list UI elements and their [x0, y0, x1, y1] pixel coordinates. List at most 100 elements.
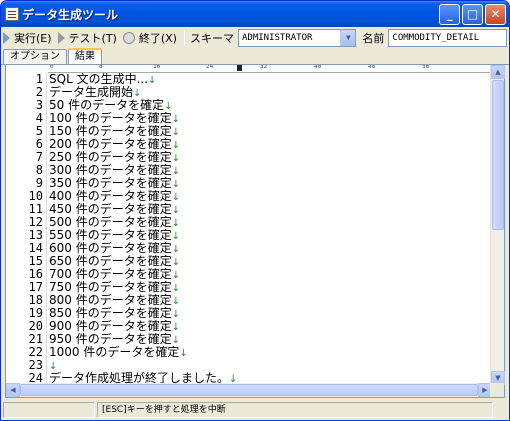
- line-break-icon: ↓: [171, 244, 181, 255]
- minimize-button[interactable]: _: [439, 3, 460, 25]
- result-line: 600 件のデータを確定↓: [49, 242, 489, 255]
- result-line-text: 650 件のデータを確定: [49, 255, 172, 268]
- vertical-scroll-thumb[interactable]: [492, 80, 504, 230]
- vertical-scrollbar[interactable]: ▲ ▼: [490, 65, 505, 385]
- line-break-icon: ↓: [164, 101, 173, 112]
- ruler-mark: 16: [153, 65, 161, 70]
- horizontal-scroll-thumb[interactable]: [20, 384, 478, 396]
- window-title: データ生成ツール: [22, 7, 119, 22]
- test-button[interactable]: テスト(T): [57, 28, 117, 47]
- test-label: テスト(T): [68, 31, 117, 45]
- line-break-icon: ↓: [171, 231, 181, 242]
- result-line: 750 件のデータを確定↓: [49, 281, 489, 294]
- result-line-text: 50 件のデータを確定: [49, 99, 165, 112]
- scroll-up-icon[interactable]: ▲: [491, 65, 505, 79]
- result-line: 850 件のデータを確定↓: [49, 307, 489, 320]
- schema-select[interactable]: ADMINISTRATOR ▼: [237, 28, 357, 47]
- maximize-button[interactable]: □: [462, 3, 483, 25]
- result-line: 650 件のデータを確定↓: [49, 255, 489, 268]
- app-window: データ生成ツール _ □ ✕ 実行(E) テスト(T) 終了(X) スキーマ A…: [0, 0, 510, 421]
- result-line-text: 850 件のデータを確定: [49, 307, 172, 320]
- result-line-text: 700 件のデータを確定: [49, 268, 172, 281]
- play-icon: [3, 31, 10, 44]
- result-line-text: 1000 件のデータを確定: [49, 346, 180, 359]
- line-break-icon: ↓: [171, 114, 181, 125]
- run-label: 実行(E): [14, 31, 52, 45]
- result-line: 300 件のデータを確定↓: [49, 164, 489, 177]
- result-line: 550 件のデータを確定↓: [49, 229, 489, 242]
- line-break-icon: ↓: [171, 257, 181, 268]
- line-break-icon: ↓: [49, 361, 58, 372]
- result-line: SQL 文の生成中...↓: [49, 73, 489, 86]
- toolbar-separator: [183, 29, 185, 46]
- ruler-mark: 40: [314, 65, 322, 70]
- ruler-mark: 32: [260, 65, 268, 70]
- status-bar: [ESC]キーを押すと処理を中断: [1, 400, 509, 420]
- horizontal-scrollbar[interactable]: ◀ ▶: [6, 383, 492, 397]
- cursor-column-marker: [237, 65, 242, 71]
- result-line-text: 350 件のデータを確定: [49, 177, 172, 190]
- end-button[interactable]: 終了(X): [122, 28, 177, 47]
- result-line-text: 900 件のデータを確定: [49, 320, 172, 333]
- result-line: 1000 件のデータを確定↓: [49, 346, 489, 359]
- tab-strip: オプション 結果: [1, 48, 509, 65]
- chevron-down-icon[interactable]: ▼: [340, 29, 356, 46]
- line-break-icon: ↓: [171, 127, 181, 138]
- column-ruler: 0 8 16 24 32 40 48 56: [48, 65, 491, 73]
- result-line: データ生成開始↓: [49, 86, 489, 99]
- ruler-mark: 56: [422, 65, 430, 70]
- ruler-mark: 48: [368, 65, 376, 70]
- name-field[interactable]: COMMODITY_DETAIL: [388, 28, 507, 47]
- result-line: 450 件のデータを確定↓: [49, 203, 489, 216]
- result-line-text: 200 件のデータを確定: [49, 138, 172, 151]
- line-break-icon: ↓: [148, 75, 157, 86]
- ruler-mark: 8: [99, 65, 103, 70]
- schema-label: スキーマ: [189, 31, 234, 45]
- tab-options[interactable]: オプション: [3, 49, 67, 64]
- line-break-icon: ↓: [171, 179, 181, 190]
- result-line: 100 件のデータを確定↓: [49, 112, 489, 125]
- line-break-icon: ↓: [171, 322, 181, 333]
- line-break-icon: ↓: [171, 205, 181, 216]
- line-break-icon: ↓: [171, 153, 181, 164]
- result-line: 900 件のデータを確定↓: [49, 320, 489, 333]
- result-text: SQL 文の生成中...↓ データ生成開始↓ 50 件のデータを確定↓ 100 件のデ…: [49, 73, 489, 385]
- toolbar: 実行(E) テスト(T) 終了(X) スキーマ ADMINISTRATOR ▼ …: [1, 27, 509, 48]
- result-line-text: 950 件のデータを確定: [49, 333, 172, 346]
- result-line: 50 件のデータを確定↓: [49, 99, 489, 112]
- line-break-icon: ↓: [133, 88, 142, 99]
- line-break-icon: ↓: [171, 270, 181, 281]
- line-break-icon: ↓: [171, 166, 181, 177]
- result-line-text: 600 件のデータを確定: [49, 242, 172, 255]
- result-line-text: 550 件のデータを確定: [49, 229, 172, 242]
- tab-results[interactable]: 結果: [68, 48, 102, 65]
- result-editor[interactable]: 0 8 16 24 32 40 48 56 1 2 3 4 5 6 7 8 9 10 11 12 13 1…: [5, 64, 505, 398]
- line-break-icon: ↓: [179, 348, 188, 359]
- result-line-text: 300 件のデータを確定: [49, 164, 172, 177]
- title-bar[interactable]: データ生成ツール _ □ ✕: [1, 1, 509, 27]
- result-line: 950 件のデータを確定↓: [49, 333, 489, 346]
- close-button[interactable]: ✕: [485, 3, 506, 25]
- result-line-text: SQL 文の生成中...: [49, 73, 149, 86]
- result-line-text: データ生成開始: [49, 86, 134, 99]
- line-break-icon: ↓: [171, 296, 181, 307]
- line-break-icon: ↓: [171, 140, 181, 151]
- app-icon: [5, 7, 19, 21]
- scroll-corner: [490, 383, 504, 397]
- result-line-text: 150 件のデータを確定: [49, 125, 172, 138]
- ruler-mark: 24: [206, 65, 214, 70]
- result-line-text: 100 件のデータを確定: [49, 112, 172, 125]
- gutter-divider: [46, 73, 47, 385]
- result-line: 700 件のデータを確定↓: [49, 268, 489, 281]
- play-outline-icon: [57, 31, 65, 44]
- result-line-text: 400 件のデータを確定: [49, 190, 172, 203]
- status-pane-empty: [3, 402, 95, 418]
- result-line: 800 件のデータを確定↓: [49, 294, 489, 307]
- line-numbers: 1 2 3 4 5 6 7 8 9 10 11 12 13 14 15 16 17 18 19 20 21 22 23 24: [6, 73, 46, 385]
- status-message: [ESC]キーを押すと処理を中断: [97, 402, 493, 418]
- scroll-left-icon[interactable]: ◀: [6, 383, 20, 397]
- run-button[interactable]: 実行(E): [3, 28, 52, 47]
- line-break-icon: ↓: [171, 192, 181, 203]
- result-line: ↓: [49, 359, 489, 372]
- schema-value: ADMINISTRATOR: [241, 32, 313, 43]
